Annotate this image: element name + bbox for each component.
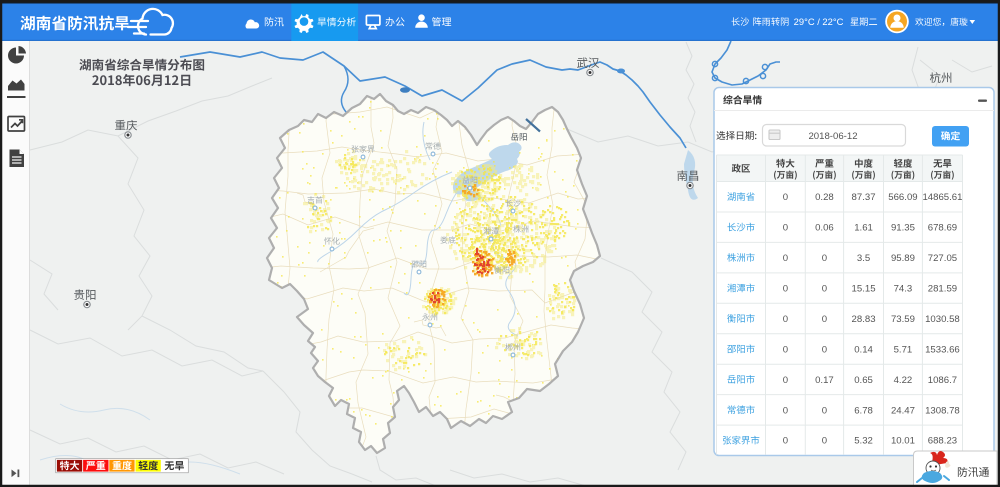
svg-text:1086.7: 1086.7 (928, 375, 957, 386)
svg-text:727.05: 727.05 (928, 253, 957, 264)
svg-text:73.59: 73.59 (891, 314, 915, 325)
svg-text:0.28: 0.28 (815, 192, 834, 203)
svg-text:281.59: 281.59 (928, 283, 957, 294)
svg-text:0: 0 (783, 344, 788, 355)
svg-text:74.3: 74.3 (894, 283, 913, 294)
svg-text:1533.66: 1533.66 (925, 344, 960, 355)
svg-text:5.71: 5.71 (894, 344, 913, 355)
svg-text:0: 0 (822, 405, 827, 416)
svg-text:0.65: 0.65 (854, 375, 873, 386)
svg-text:10.01: 10.01 (891, 436, 915, 447)
svg-text:6.78: 6.78 (854, 405, 873, 416)
svg-text:0: 0 (783, 405, 788, 416)
svg-text:29°C / 22°C: 29°C / 22°C (794, 16, 844, 27)
svg-text:3.5: 3.5 (857, 253, 870, 264)
svg-text:0: 0 (783, 283, 788, 294)
svg-text:0: 0 (822, 314, 827, 325)
svg-text:87.37: 87.37 (852, 192, 876, 203)
svg-text:0: 0 (783, 253, 788, 264)
svg-text:0: 0 (822, 283, 827, 294)
svg-text:0: 0 (783, 192, 788, 203)
svg-text:0: 0 (783, 375, 788, 386)
svg-text:24.47: 24.47 (891, 405, 915, 416)
svg-text:566.09: 566.09 (888, 192, 917, 203)
svg-text:0: 0 (783, 436, 788, 447)
svg-text:0: 0 (822, 436, 827, 447)
svg-text:0: 0 (822, 344, 827, 355)
svg-text:1.61: 1.61 (854, 223, 873, 234)
svg-text:1030.58: 1030.58 (925, 314, 960, 325)
svg-text:678.69: 678.69 (928, 223, 957, 234)
svg-text:0.14: 0.14 (854, 344, 873, 355)
svg-text:0: 0 (783, 223, 788, 234)
svg-text:1308.78: 1308.78 (925, 405, 960, 416)
svg-text:91.35: 91.35 (891, 223, 915, 234)
svg-text:95.89: 95.89 (891, 253, 915, 264)
svg-text:14865.61: 14865.61 (922, 192, 962, 203)
svg-text:2018-06-12: 2018-06-12 (808, 131, 857, 142)
svg-text:0.17: 0.17 (815, 375, 834, 386)
svg-text:0.06: 0.06 (815, 223, 834, 234)
svg-text:0: 0 (783, 314, 788, 325)
svg-text:4.22: 4.22 (894, 375, 913, 386)
svg-text:15.15: 15.15 (852, 283, 876, 294)
svg-text:28.83: 28.83 (852, 314, 876, 325)
svg-text:688.23: 688.23 (928, 436, 957, 447)
svg-text:0: 0 (822, 253, 827, 264)
svg-text:5.32: 5.32 (854, 436, 873, 447)
